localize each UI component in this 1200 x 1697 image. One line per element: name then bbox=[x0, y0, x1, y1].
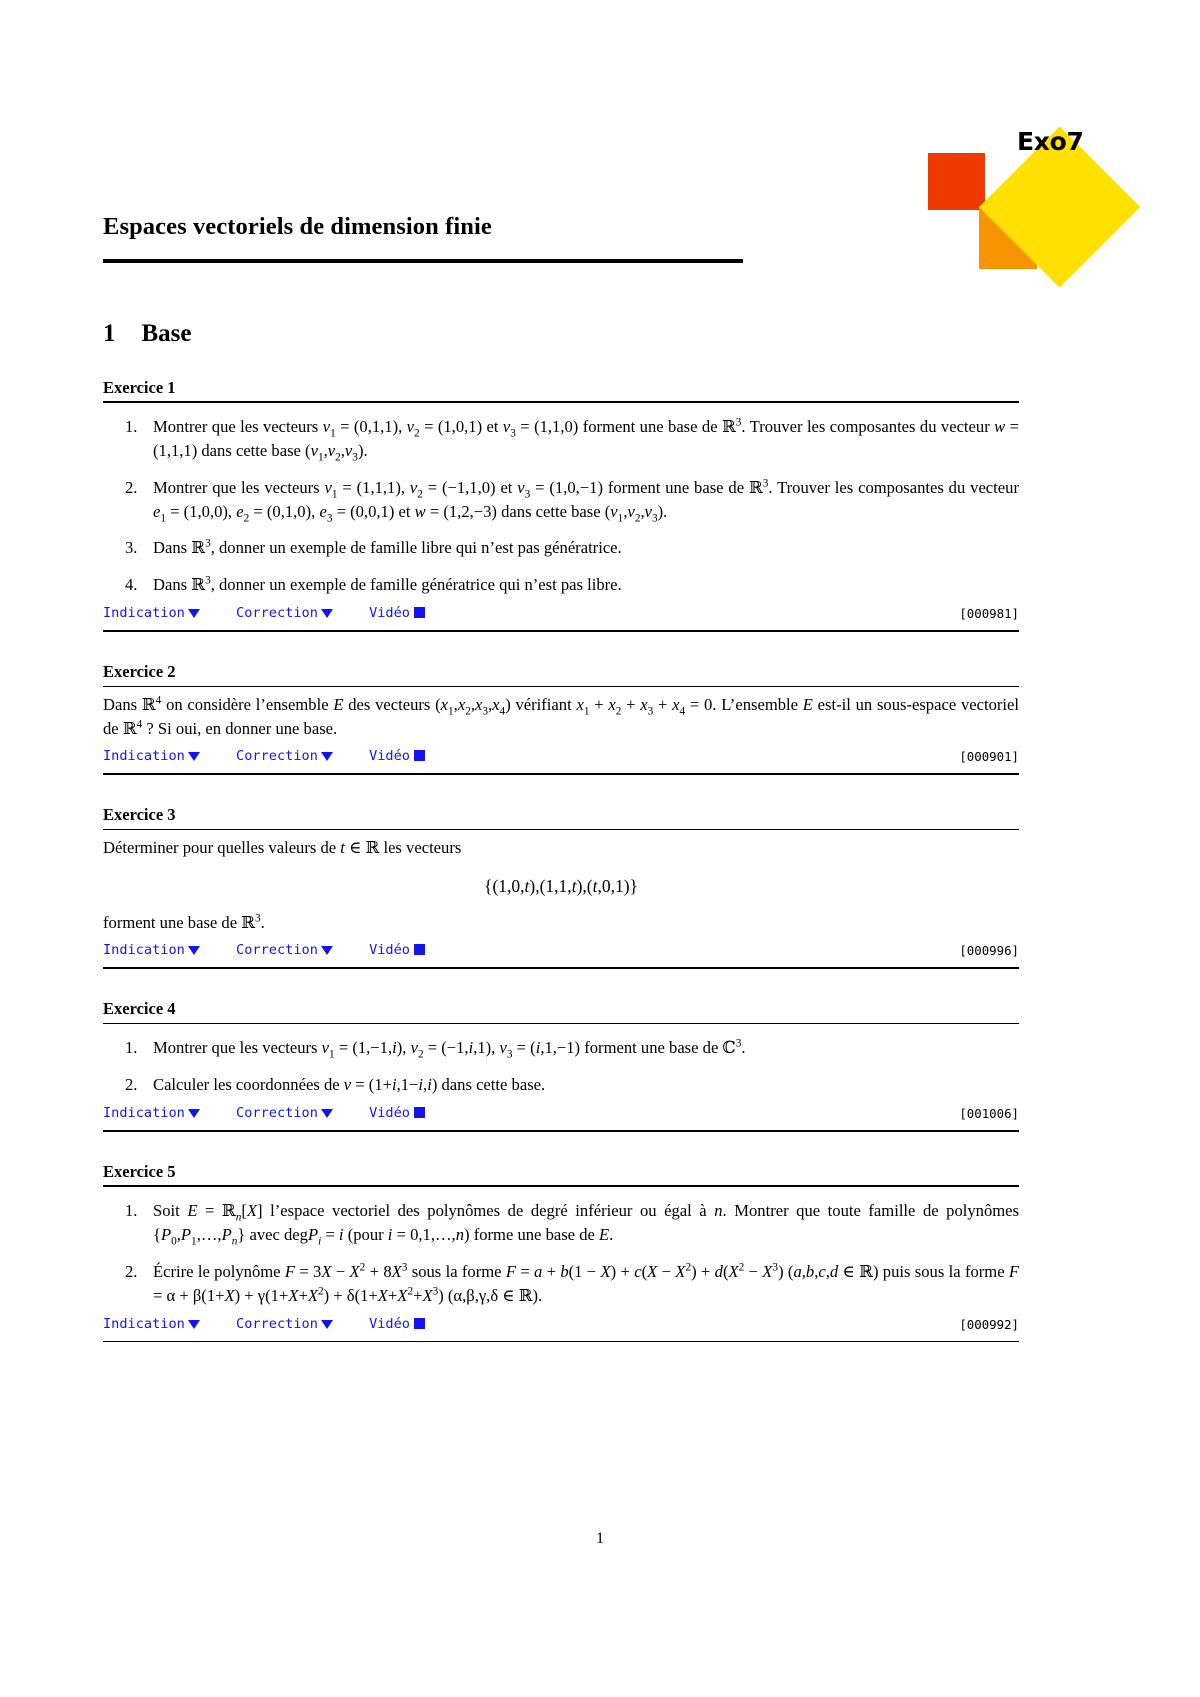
content-column: 1 Base Exercice 1 Montrer que les vecteu… bbox=[103, 320, 1019, 1343]
video-link[interactable]: Vidéo bbox=[369, 1105, 425, 1121]
correction-link[interactable]: Correction bbox=[236, 748, 333, 764]
logo-red-square bbox=[928, 153, 985, 210]
exercise-links-row: Indication Correction Vidéo [000901] bbox=[103, 748, 1019, 770]
indication-link[interactable]: Indication bbox=[103, 748, 200, 764]
exercise-item-list: Montrer que les vecteurs v1 = (0,1,1), v… bbox=[103, 415, 1019, 597]
exercise-divider bbox=[103, 685, 1019, 688]
indication-link[interactable]: Indication bbox=[103, 942, 200, 958]
section-title: Base bbox=[141, 320, 192, 347]
page-title: Espaces vectoriels de dimension finie bbox=[103, 213, 492, 240]
indication-link[interactable]: Indication bbox=[103, 1316, 200, 1332]
video-square-icon bbox=[413, 750, 425, 762]
list-item: Dans ℝ3, donner un exemple de famille li… bbox=[125, 536, 622, 560]
list-item: Montrer que les vecteurs v1 = (0,1,1), v… bbox=[125, 415, 1019, 464]
exercise-links-row: Indication Correction Vidéo [000981] bbox=[103, 605, 1019, 627]
exercise-heading: Exercice 2 bbox=[103, 661, 176, 681]
exercise-divider bbox=[103, 828, 1019, 831]
correction-link[interactable]: Correction bbox=[236, 1105, 333, 1121]
exercise-divider bbox=[103, 1022, 1019, 1025]
chevron-down-icon bbox=[320, 752, 333, 762]
exercise-item-list: Soit E = ℝn[X] l’espace vectoriel des po… bbox=[103, 1199, 1019, 1308]
logo-text: Exo7 bbox=[1017, 127, 1084, 156]
exercise-id: [001006] bbox=[959, 1106, 1019, 1122]
chevron-down-icon bbox=[320, 609, 333, 619]
list-item: Soit E = ℝn[X] l’espace vectoriel des po… bbox=[125, 1199, 1019, 1248]
exercise-body: Dans ℝ4 on considère l’ensemble E des ve… bbox=[103, 694, 1020, 738]
correction-link[interactable]: Correction bbox=[236, 605, 333, 621]
chevron-down-icon bbox=[187, 752, 200, 762]
chevron-down-icon bbox=[320, 946, 333, 956]
exercise-block-3: Exercice 3 Déterminer pour quelles valeu… bbox=[103, 805, 1019, 969]
chevron-down-icon bbox=[187, 609, 200, 619]
list-item: Montrer que les vecteurs v1 = (1,1,1), v… bbox=[125, 476, 1019, 524]
exercise-links-row: Indication Correction Vidéo [001006] bbox=[103, 1105, 1019, 1127]
list-item: Montrer que les vecteurs v1 = (1,−1,i), … bbox=[125, 1036, 746, 1061]
correction-link[interactable]: Correction bbox=[236, 1316, 333, 1332]
exo7-logo: Exo7 bbox=[922, 85, 1141, 288]
exercise-block-5: Exercice 5 Soit E = ℝn[X] l’espace vecto… bbox=[103, 1162, 1019, 1343]
correction-link[interactable]: Correction bbox=[236, 942, 333, 958]
video-link[interactable]: Vidéo bbox=[369, 942, 425, 958]
indication-link[interactable]: Indication bbox=[103, 605, 200, 621]
title-divider bbox=[103, 259, 743, 263]
chevron-down-icon bbox=[187, 946, 200, 956]
indication-link[interactable]: Indication bbox=[103, 1105, 200, 1121]
display-equation: {(1,0,t),(1,1,t),(t,0,1)} bbox=[484, 875, 638, 896]
list-item: Dans ℝ3, donner un exemple de famille gé… bbox=[125, 573, 622, 597]
exercise-id: [000992] bbox=[959, 1316, 1019, 1332]
chevron-down-icon bbox=[187, 1319, 200, 1329]
exercise-block-1: Exercice 1 Montrer que les vecteurs v1 =… bbox=[103, 378, 1019, 632]
exercise-id: [000901] bbox=[959, 749, 1019, 765]
links-divider bbox=[103, 1340, 1019, 1343]
exercise-heading: Exercice 5 bbox=[103, 1161, 176, 1181]
video-square-icon bbox=[413, 944, 425, 956]
document-page: Exo7 Espaces vectoriels de dimension fin… bbox=[0, 0, 1200, 1697]
section-heading: 1 Base bbox=[103, 320, 1019, 348]
exercise-block-2: Exercice 2 Dans ℝ4 on considère l’ensemb… bbox=[103, 662, 1019, 775]
resource-links: Indication Correction Vidéo bbox=[103, 1105, 1019, 1121]
exercise-links-row: Indication Correction Vidéo [000992] bbox=[103, 1316, 1019, 1338]
exercise-divider bbox=[103, 401, 1019, 403]
section-number: 1 bbox=[103, 320, 116, 347]
exercise-id: [000981] bbox=[959, 606, 1019, 622]
chevron-down-icon bbox=[320, 1319, 333, 1329]
resource-links: Indication Correction Vidéo bbox=[103, 1316, 1019, 1332]
exercise-item-list: Montrer que les vecteurs v1 = (1,−1,i), … bbox=[103, 1036, 1019, 1097]
list-item: Calculer les coordonnées de v = (1+i,1−i… bbox=[125, 1073, 546, 1097]
exercise-heading: Exercice 4 bbox=[103, 998, 176, 1018]
video-link[interactable]: Vidéo bbox=[369, 1316, 425, 1332]
resource-links: Indication Correction Vidéo bbox=[103, 942, 1019, 958]
chevron-down-icon bbox=[320, 1109, 333, 1119]
exercise-id: [000996] bbox=[959, 943, 1019, 959]
exercise-block-4: Exercice 4 Montrer que les vecteurs v1 =… bbox=[103, 999, 1019, 1132]
page-number: 1 bbox=[596, 1530, 604, 1547]
exercise-body: Déterminer pour quelles valeurs de t ∈ ℝ… bbox=[103, 836, 1019, 934]
video-square-icon bbox=[413, 1107, 425, 1119]
exercise-links-row: Indication Correction Vidéo [000996] bbox=[103, 942, 1019, 964]
video-link[interactable]: Vidéo bbox=[369, 748, 425, 764]
resource-links: Indication Correction Vidéo bbox=[103, 748, 1019, 764]
video-square-icon bbox=[413, 1317, 425, 1329]
exercise-heading: Exercice 1 bbox=[103, 377, 176, 397]
chevron-down-icon bbox=[187, 1109, 200, 1119]
list-item: Écrire le polynôme F = 3X − X2 + 8X3 sou… bbox=[125, 1260, 1020, 1305]
resource-links: Indication Correction Vidéo bbox=[103, 605, 1019, 621]
video-link[interactable]: Vidéo bbox=[369, 605, 425, 621]
video-square-icon bbox=[413, 607, 425, 619]
exercise-divider bbox=[103, 1185, 1019, 1188]
exercise-heading: Exercice 3 bbox=[103, 804, 176, 824]
